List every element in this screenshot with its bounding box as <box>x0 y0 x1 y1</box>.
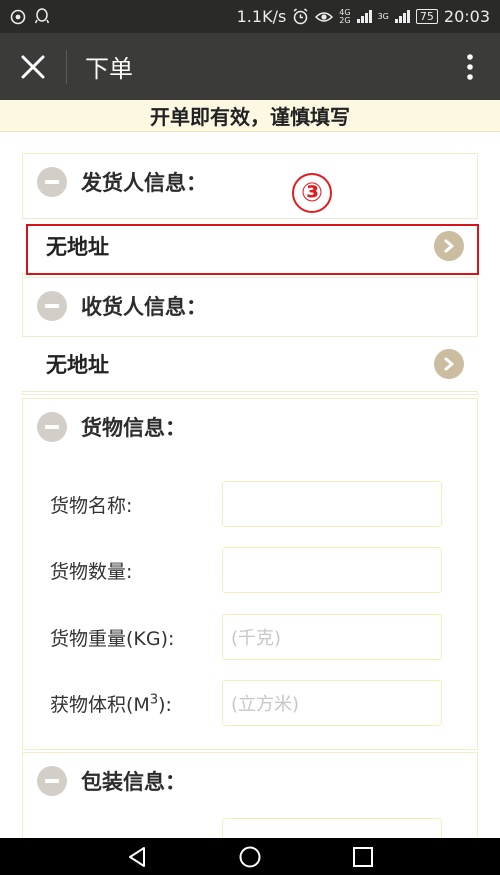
sender-section-header[interactable]: 发货人信息： <box>23 154 477 210</box>
collapse-minus-icon[interactable] <box>37 167 67 197</box>
status-bar: 1.1K/s 4G 2G 3G 75 20:03 <box>0 0 500 33</box>
highlight-annotation-box <box>26 224 479 275</box>
eye-icon <box>315 11 334 22</box>
collapse-minus-icon[interactable] <box>37 766 67 796</box>
collapse-minus-icon[interactable] <box>37 291 67 321</box>
system-navigation-bar <box>0 838 500 875</box>
chevron-right-icon <box>434 349 464 379</box>
receiver-address-row[interactable]: 无地址 <box>22 336 478 392</box>
goods-volume-input[interactable]: (立方米) <box>222 680 442 726</box>
alarm-icon <box>293 8 308 25</box>
back-triangle-icon <box>128 846 145 867</box>
goods-name-label: 货物名称: <box>50 494 133 517</box>
signal-strength-icon <box>356 10 372 23</box>
receiver-section-header[interactable]: 收货人信息： <box>23 278 477 334</box>
receiver-address-text: 无地址 <box>46 353 109 377</box>
more-options-button[interactable] <box>440 33 500 100</box>
goods-section-header[interactable]: 货物信息： <box>23 399 477 455</box>
page-title: 下单 <box>85 55 133 83</box>
goods-quantity-row: 货物数量: <box>50 547 442 593</box>
goods-volume-row: 获物体积(M3): (立方米) <box>50 680 442 726</box>
collapse-minus-icon[interactable] <box>37 412 67 442</box>
header-divider <box>66 49 67 84</box>
packaging-section-header[interactable]: 包装信息： <box>23 753 477 809</box>
qq-icon <box>34 8 50 24</box>
goods-weight-input[interactable]: (千克) <box>222 614 442 660</box>
location-pin-icon <box>10 9 26 24</box>
goods-weight-row: 货物重量(KG): (千克) <box>50 614 442 660</box>
packaging-field-partial[interactable] <box>222 818 442 838</box>
order-form: 发货人信息： 无地址 收货人信息： 无地址 货物信息： 货物名称: 货物数量: <box>0 132 500 838</box>
goods-quantity-input[interactable] <box>222 547 442 593</box>
close-button[interactable] <box>0 33 66 100</box>
network-speed: 1.1K/s <box>236 7 287 26</box>
sender-section-title: 发货人信息： <box>81 171 207 195</box>
packaging-section-title: 包装信息： <box>81 770 186 794</box>
recents-button[interactable] <box>343 838 383 875</box>
more-vertical-icon <box>467 53 473 80</box>
home-button[interactable] <box>230 838 270 875</box>
recents-square-icon <box>353 846 374 867</box>
back-button[interactable] <box>117 838 157 875</box>
receiver-section-title: 收货人信息： <box>81 295 207 319</box>
app-header: 下单 <box>0 33 500 100</box>
close-icon <box>21 55 45 78</box>
step-marker-annotation: ③ <box>292 173 332 213</box>
goods-section-title: 货物信息： <box>81 416 186 440</box>
signal-strength-icon-2 <box>394 10 410 23</box>
goods-weight-label: 货物重量(KG): <box>50 627 175 650</box>
battery-icon: 75 <box>415 9 438 24</box>
goods-volume-label: 获物体积(M3): <box>50 692 172 716</box>
notice-banner: 开单即有效，谨慎填写 <box>0 100 500 132</box>
clock: 20:03 <box>443 7 490 26</box>
goods-name-input[interactable] <box>222 481 442 527</box>
network-3g-indicator: 3G <box>377 12 389 21</box>
home-circle-icon <box>239 846 261 867</box>
network-4g-indicator: 4G 2G <box>339 7 351 25</box>
goods-name-row: 货物名称: <box>50 481 442 527</box>
goods-quantity-label: 货物数量: <box>50 560 133 583</box>
